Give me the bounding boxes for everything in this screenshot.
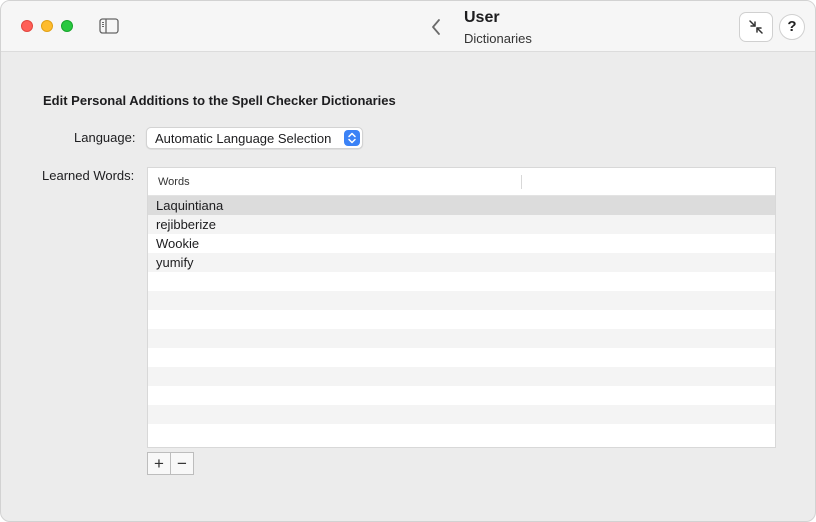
word-text: rejibberize [156,217,216,232]
remove-word-button[interactable]: − [170,452,194,475]
learned-words-label: Learned Words: [42,168,135,183]
column-divider [521,175,522,189]
window-subtitle: Dictionaries [464,31,532,46]
language-label: Language: [74,130,136,145]
word-text: yumify [156,255,194,270]
close-window-button[interactable] [21,20,33,32]
table-header[interactable]: Words [148,168,775,196]
empty-row [148,424,775,443]
chevron-left-icon[interactable] [427,16,445,38]
up-down-chevron-icon [344,130,360,146]
table-row[interactable]: Wookie [148,234,775,253]
word-text: Wookie [156,236,200,251]
dictionaries-window: User Dictionaries ? Edit Personal Additi… [0,0,816,522]
add-word-button[interactable]: + [147,452,171,475]
empty-row [148,310,775,329]
empty-row [148,386,775,405]
empty-row [148,367,775,386]
help-button[interactable]: ? [779,14,805,40]
titlebar: User Dictionaries ? [1,1,815,52]
table-row[interactable]: Laquintiana [148,196,775,215]
empty-row [148,348,775,367]
table-row[interactable]: yumify [148,253,775,272]
collapse-arrows-icon [749,20,763,34]
empty-row [148,405,775,424]
sidebar-icon[interactable] [99,18,119,34]
word-text: Laquintiana [156,198,224,213]
learned-words-table[interactable]: Words Laquintiana rejibberize Wookie yumify [147,167,776,448]
table-rows: Laquintiana rejibberize Wookie yumify [148,196,775,443]
minimize-window-button[interactable] [41,20,53,32]
table-row[interactable]: rejibberize [148,215,775,234]
maximize-window-button[interactable] [61,20,73,32]
language-value: Automatic Language Selection [155,131,332,146]
empty-row [148,291,775,310]
words-column-header[interactable]: Words [158,176,190,188]
empty-row [148,329,775,348]
section-title: Edit Personal Additions to the Spell Che… [43,93,396,108]
window-title: User [464,9,500,26]
collapse-button[interactable] [739,12,773,42]
language-popup[interactable]: Automatic Language Selection [146,127,363,149]
empty-row [148,272,775,291]
